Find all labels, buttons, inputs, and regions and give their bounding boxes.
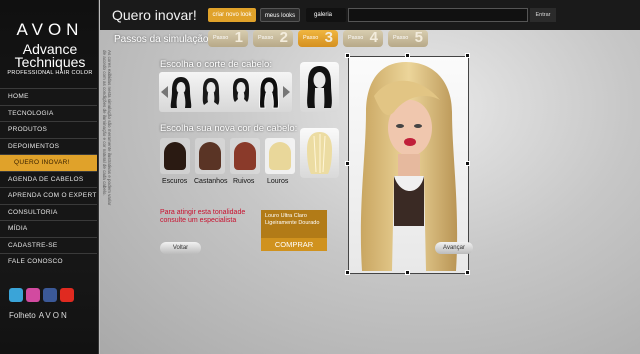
tab-my-looks[interactable]: meus looks — [260, 8, 300, 22]
resize-handle[interactable] — [465, 53, 470, 58]
main-nav: HOME TECNOLOGIA PRODUTOS DEPOIMENTOS QUE… — [0, 88, 97, 270]
step-5-button[interactable]: Passo 5 — [388, 29, 428, 47]
nav-produtos[interactable]: PRODUTOS — [0, 121, 97, 138]
step-label: Passo — [213, 35, 229, 41]
nav-home[interactable]: HOME — [0, 88, 97, 105]
advance-button[interactable]: Avançar — [435, 242, 473, 254]
resize-handle[interactable] — [405, 270, 410, 275]
step-2-button[interactable]: Passo 2 — [253, 29, 293, 47]
nav-depoimentos[interactable]: DEPOIMENTOS — [0, 137, 97, 154]
nav-quero-inovar[interactable]: QUERO INOVAR! — [0, 154, 97, 171]
enter-button[interactable]: Entrar — [530, 8, 556, 22]
nav-cadastre[interactable]: CADASTRE-SE — [0, 236, 97, 253]
nav-aprenda[interactable]: APRENDA COM O EXPERT — [0, 187, 97, 204]
haircut-option-2[interactable] — [199, 75, 223, 109]
step-label: Passo — [303, 35, 319, 41]
nav-tecnologia[interactable]: TECNOLOGIA — [0, 104, 97, 121]
step-number: 5 — [414, 29, 423, 46]
orkut-icon[interactable] — [26, 288, 40, 302]
shade-name: Louro Ultra Claro Ligeiramente Dourado — [261, 210, 327, 238]
resize-handle[interactable] — [465, 161, 470, 166]
step-1-button[interactable]: Passo 1 — [208, 29, 248, 47]
step-3-button[interactable]: Passo 3 — [298, 29, 338, 47]
logo-brand: AVON — [16, 20, 84, 39]
main-area: Quero inovar! criar novo look meus looks… — [100, 0, 640, 354]
step-4-button[interactable]: Passo 4 — [343, 29, 383, 47]
nav-fale-conosco[interactable]: FALE CONOSCO — [0, 253, 97, 270]
step-number: 4 — [369, 29, 378, 46]
swatch-label: Louros — [267, 178, 289, 185]
step-label: Passo — [393, 35, 409, 41]
youtube-icon[interactable] — [60, 288, 74, 302]
resize-handle[interactable] — [345, 161, 350, 166]
steps-label: Passos da simulação — [114, 34, 209, 45]
haircut-carousel — [159, 72, 292, 112]
swatch-label: Castanhos — [194, 178, 228, 185]
page-title: Quero inovar! — [112, 7, 197, 23]
step-label: Passo — [258, 35, 274, 41]
disclaimer-text: As cores exibidas nesta simulação são me… — [102, 50, 112, 206]
top-bar: Quero inovar! criar novo look meus looks… — [100, 0, 640, 30]
swatch-ruivos[interactable] — [230, 138, 260, 174]
sidebar: AVON Advance Techniques PROFESSIONAL HAI… — [0, 0, 99, 354]
nav-midia[interactable]: MÍDIA — [0, 220, 97, 237]
tab-create-look[interactable]: criar novo look — [208, 8, 256, 22]
selected-haircut-preview — [300, 62, 339, 112]
step-label: Passo — [348, 35, 364, 41]
carousel-next-arrow-icon[interactable] — [283, 86, 290, 98]
resize-handle[interactable] — [345, 270, 350, 275]
cut-label: Escolha o corte de cabelo: — [160, 59, 272, 70]
warning-text: Para atingir esta tonalidade consulte um… — [160, 209, 246, 224]
logo-line3: PROFESSIONAL HAIR COLOR — [7, 70, 93, 76]
step-number: 2 — [279, 29, 288, 46]
back-button[interactable]: Voltar — [160, 242, 201, 254]
swatch-label: Escuros — [162, 178, 188, 185]
nav-agenda[interactable]: AGENDA DE CABELOS — [0, 170, 97, 187]
color-label: Escolha sua nova cor de cabelo: — [160, 123, 298, 134]
folheto-link[interactable]: Folheto AVON — [9, 311, 69, 320]
resize-handle[interactable] — [405, 53, 410, 58]
haircut-option-3[interactable] — [229, 75, 253, 109]
resize-handle[interactable] — [345, 53, 350, 58]
nav-consultoria[interactable]: CONSULTORIA — [0, 203, 97, 220]
step-number: 1 — [234, 29, 243, 46]
buy-button[interactable]: COMPRAR — [261, 238, 327, 251]
facebook-icon[interactable] — [43, 288, 57, 302]
haircut-option-1[interactable] — [169, 75, 193, 109]
selected-color-icon — [307, 132, 332, 174]
haircut-option-4[interactable] — [257, 75, 281, 109]
avon-logo[interactable]: AVON Advance Techniques PROFESSIONAL HAI… — [6, 20, 94, 76]
carousel-prev-arrow-icon[interactable] — [161, 86, 168, 98]
selected-haircut-icon — [307, 66, 332, 108]
tab-gallery[interactable]: galeria — [306, 8, 346, 22]
selected-color-preview — [300, 128, 339, 178]
resize-handle[interactable] — [465, 270, 470, 275]
step-number: 3 — [324, 29, 333, 46]
folheto-label: Folheto — [9, 311, 36, 320]
search-input[interactable] — [348, 8, 528, 22]
logo-line2: Techniques — [14, 54, 86, 70]
swatch-escuros[interactable] — [160, 138, 190, 174]
folheto-brand: AVON — [38, 311, 69, 320]
social-links — [9, 288, 74, 302]
swatch-label: Ruivos — [233, 178, 255, 185]
swatch-louros[interactable] — [265, 138, 295, 174]
twitter-icon[interactable] — [9, 288, 23, 302]
swatch-castanhos[interactable] — [195, 138, 225, 174]
